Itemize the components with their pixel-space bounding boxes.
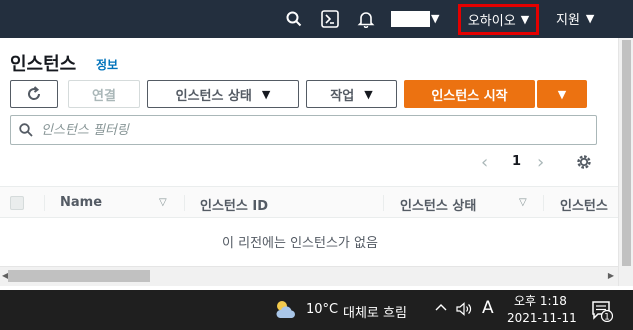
scroll-right-icon[interactable]: ▶ bbox=[608, 271, 614, 280]
previous-page-icon[interactable]: ‹ bbox=[481, 152, 488, 173]
search-icon[interactable] bbox=[284, 9, 304, 29]
region-caret-icon: ▼ bbox=[520, 13, 530, 26]
region-selector[interactable]: 오하이오 ▼ bbox=[458, 4, 539, 35]
column-header-name[interactable]: Name bbox=[60, 195, 102, 210]
windows-taskbar: 10°C 대체로 흐림 A 오후 1:18 2021-11-11 1 bbox=[0, 290, 633, 330]
next-page-icon[interactable]: › bbox=[537, 152, 544, 173]
connect-label: 연결 bbox=[92, 88, 116, 104]
launch-instances-button[interactable]: 인스턴스 시작 bbox=[404, 80, 535, 108]
ime-indicator[interactable]: A bbox=[482, 298, 494, 318]
cloudshell-icon[interactable] bbox=[320, 9, 340, 29]
launch-options-dropdown[interactable]: ▼ bbox=[537, 80, 587, 108]
search-input[interactable] bbox=[41, 122, 581, 138]
chevron-up-icon[interactable] bbox=[435, 301, 447, 316]
actions-button[interactable]: 작업 ▼ bbox=[306, 80, 397, 108]
speaker-icon[interactable] bbox=[456, 302, 472, 320]
clock-time[interactable]: 오후 1:18 bbox=[514, 292, 567, 309]
notification-center-icon[interactable]: 1 bbox=[591, 300, 614, 326]
actions-caret-icon: ▼ bbox=[364, 87, 373, 101]
top-navigation-bar: ▼ 오하이오 ▼ 지원 ▼ bbox=[0, 0, 633, 38]
support-caret-icon: ▼ bbox=[585, 12, 595, 25]
page-title: 인스턴스 bbox=[10, 54, 77, 75]
horizontal-scrollbar-thumb[interactable] bbox=[8, 270, 150, 282]
instance-state-button[interactable]: 인스턴스 상태 ▼ bbox=[147, 80, 299, 108]
instance-state-caret-icon: ▼ bbox=[261, 87, 271, 101]
account-caret-icon[interactable]: ▼ bbox=[431, 12, 439, 25]
support-label: 지원 bbox=[556, 13, 580, 28]
vertical-scrollbar[interactable] bbox=[618, 38, 633, 286]
horizontal-scrollbar[interactable]: ◀ ▶ bbox=[0, 266, 618, 286]
cloudy-weather-icon[interactable] bbox=[274, 299, 298, 325]
column-header-instance-type[interactable]: 인스턴스 bbox=[560, 195, 608, 214]
search-icon bbox=[11, 123, 41, 137]
launch-instances-label: 인스턴스 시작 bbox=[431, 88, 508, 104]
account-menu[interactable] bbox=[391, 11, 430, 27]
gear-icon[interactable] bbox=[575, 153, 593, 175]
column-header-instance-id[interactable]: 인스턴스 ID bbox=[200, 195, 268, 214]
column-header-instance-state[interactable]: 인스턴스 상태 bbox=[400, 195, 476, 214]
column-divider bbox=[543, 195, 544, 211]
launch-caret-icon: ▼ bbox=[557, 87, 567, 101]
column-divider bbox=[44, 195, 45, 211]
current-page-number[interactable]: 1 bbox=[512, 154, 521, 169]
bell-icon[interactable] bbox=[356, 9, 376, 29]
table-header: Name ▽ 인스턴스 ID 인스턴스 상태 ▽ 인스턴스 bbox=[0, 186, 633, 218]
weather-description[interactable]: 대체로 흐림 bbox=[343, 302, 407, 321]
vertical-scrollbar-thumb[interactable] bbox=[622, 40, 631, 266]
clock-date[interactable]: 2021-11-11 bbox=[507, 311, 577, 325]
sort-icon[interactable]: ▽ bbox=[519, 197, 527, 208]
empty-table-message: 이 리전에는 인스턴스가 없음 bbox=[222, 236, 378, 251]
sort-icon[interactable]: ▽ bbox=[159, 197, 167, 208]
notification-count: 1 bbox=[604, 313, 610, 323]
weather-temperature[interactable]: 10°C bbox=[306, 302, 338, 317]
connect-button[interactable]: 연결 bbox=[68, 80, 140, 108]
select-all-checkbox[interactable] bbox=[10, 196, 24, 210]
refresh-button[interactable] bbox=[10, 80, 58, 108]
refresh-icon bbox=[28, 86, 41, 100]
column-divider bbox=[184, 195, 185, 211]
support-menu[interactable]: 지원 ▼ bbox=[556, 9, 594, 28]
actions-label: 작업 bbox=[330, 88, 355, 104]
instance-filter-search bbox=[10, 115, 597, 145]
info-link[interactable]: 정보 bbox=[96, 56, 118, 73]
instance-state-label: 인스턴스 상태 bbox=[175, 88, 252, 104]
region-label: 오하이오 bbox=[467, 14, 516, 29]
column-divider bbox=[383, 195, 384, 211]
